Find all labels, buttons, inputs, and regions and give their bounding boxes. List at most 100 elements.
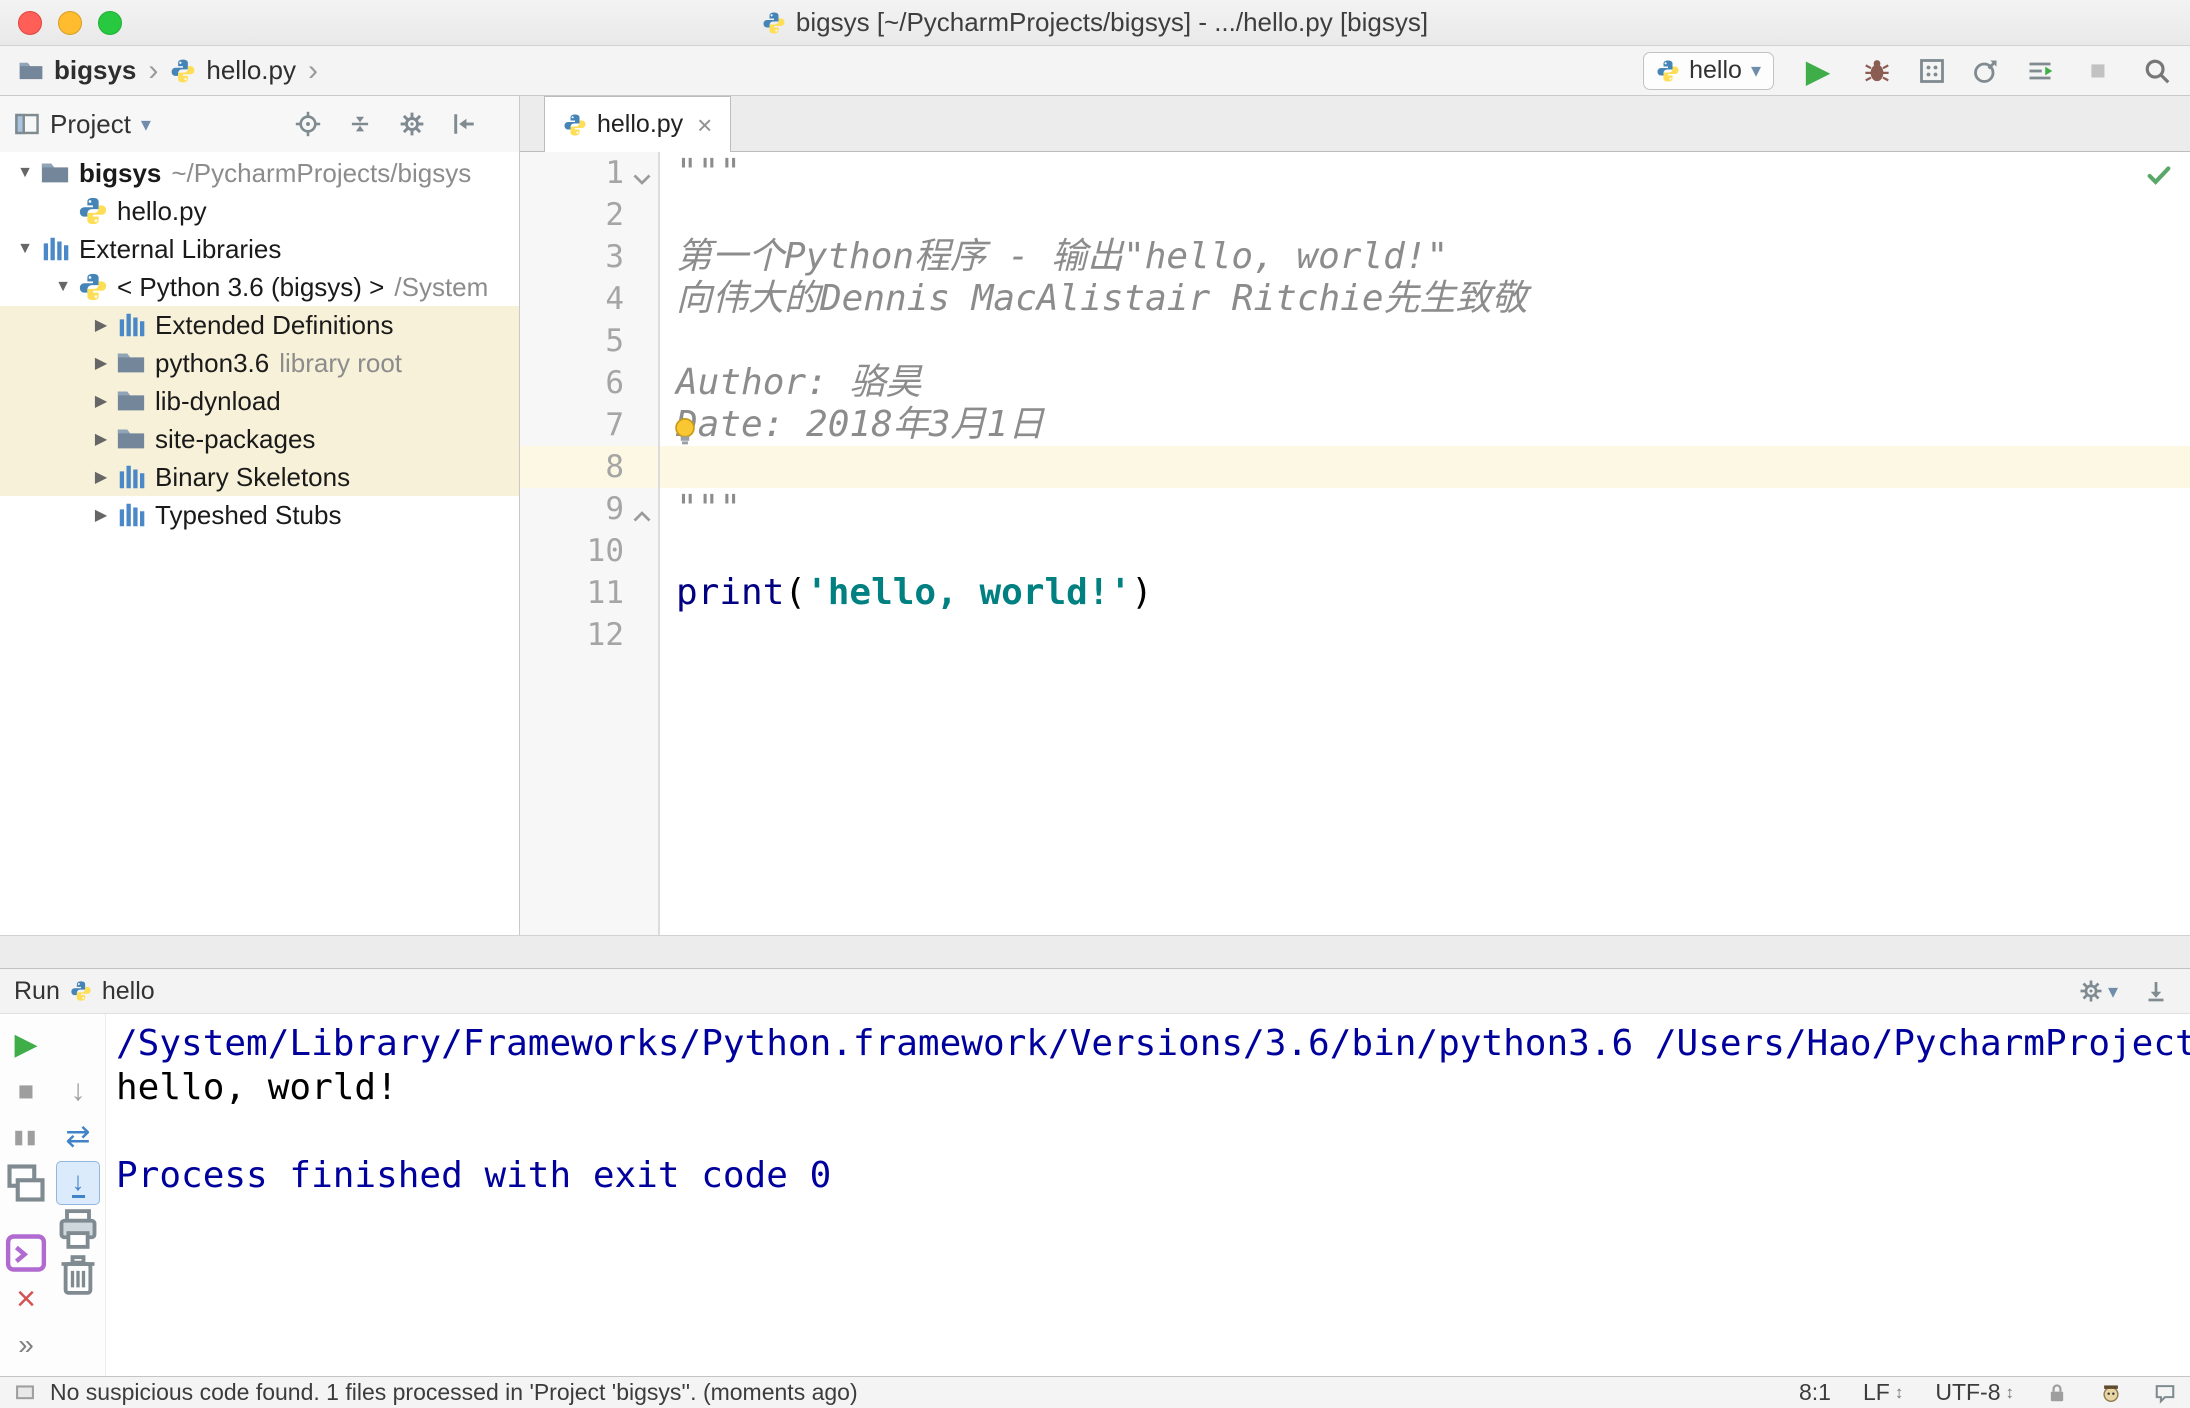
run-button[interactable]: ▶ — [1800, 53, 1836, 89]
line-number[interactable]: 5 — [520, 320, 660, 362]
line-number[interactable]: 9 — [520, 488, 660, 530]
editor-line-2[interactable]: 2 — [520, 194, 2190, 236]
editor-line-6[interactable]: 6 Author: 骆昊 — [520, 362, 2190, 404]
tree-item-python-3-6-bigsys[interactable]: ▼ < Python 3.6 (bigsys) > /System — [0, 268, 519, 306]
settings-gear-icon[interactable] — [2079, 979, 2103, 1003]
code-line[interactable]: Date: 2018年3月1日 — [660, 404, 2190, 446]
caret-position-widget[interactable]: 8:1 — [1799, 1379, 1831, 1406]
editor-line-7[interactable]: 7 Date: 2018年3月1日 — [520, 404, 2190, 446]
chevron-collapsed-icon[interactable]: ▶ — [86, 391, 116, 411]
clear-console-icon[interactable] — [56, 1253, 100, 1297]
stop-button[interactable]: ■ — [2080, 53, 2116, 89]
tree-item-external-libraries[interactable]: ▼ External Libraries — [0, 230, 519, 268]
chevron-collapsed-icon[interactable]: ▶ — [86, 315, 116, 335]
chevron-collapsed-icon[interactable]: ▶ — [86, 353, 116, 373]
editor-line-11[interactable]: 11 print('hello, world!') — [520, 572, 2190, 614]
editor-line-3[interactable]: 3 第一个Python程序 - 输出"hello, world!" — [520, 236, 2190, 278]
readonly-lock-icon[interactable] — [2046, 1382, 2068, 1404]
chevron-collapsed-icon[interactable]: ▶ — [86, 467, 116, 487]
editor-line-8[interactable]: 8 — [520, 446, 2190, 488]
console-output[interactable]: /System/Library/Frameworks/Python.framew… — [106, 1014, 2190, 1376]
chevron-expanded-icon[interactable]: ▼ — [10, 164, 40, 182]
coverage-button[interactable] — [1918, 57, 1946, 85]
intention-bulb-icon[interactable] — [668, 414, 702, 448]
editor-line-4[interactable]: 4 向伟大的Dennis MacAlistair Ritchie先生致敬 — [520, 278, 2190, 320]
collapse-all-icon[interactable] — [347, 111, 373, 137]
hide-tool-window-icon[interactable] — [2144, 979, 2168, 1003]
code-line[interactable]: """ — [660, 152, 2190, 194]
code-line[interactable]: 向伟大的Dennis MacAlistair Ritchie先生致敬 — [660, 278, 2190, 320]
chevron-expanded-icon[interactable]: ▼ — [48, 278, 78, 296]
line-number[interactable]: 11 — [520, 572, 660, 614]
scroll-to-end-icon[interactable]: ↓ — [56, 1161, 100, 1205]
fold-marker-icon[interactable] — [630, 497, 654, 522]
line-number[interactable]: 12 — [520, 614, 660, 656]
project-panel-title[interactable]: Project — [50, 109, 131, 140]
code-line[interactable]: print('hello, world!') — [660, 572, 2190, 614]
fold-marker-icon[interactable] — [630, 161, 654, 185]
run-panel-title[interactable]: Run — [14, 977, 60, 1006]
code-line[interactable] — [660, 614, 2190, 656]
chevron-expanded-icon[interactable]: ▼ — [10, 240, 40, 258]
minimize-window-button[interactable] — [58, 10, 82, 35]
line-number[interactable]: 8 — [520, 446, 660, 488]
code-line[interactable] — [660, 446, 2190, 488]
toggle-toolwindows-icon[interactable] — [14, 1382, 36, 1404]
code-line[interactable] — [660, 194, 2190, 236]
run-configuration-selector[interactable]: hello ▾ — [1643, 51, 1774, 90]
close-tab-icon[interactable]: × — [697, 112, 712, 138]
code-line[interactable] — [660, 530, 2190, 572]
tree-item-site-packages[interactable]: ▶ site-packages — [0, 420, 519, 458]
inspections-ok-check-icon[interactable] — [2144, 160, 2174, 190]
chevron-collapsed-icon[interactable]: ▶ — [86, 505, 116, 525]
debug-button[interactable] — [1862, 56, 1892, 86]
line-number[interactable]: 1 — [520, 152, 660, 194]
line-number[interactable]: 3 — [520, 236, 660, 278]
code-line[interactable]: """ — [660, 488, 2190, 530]
down-stack-trace-icon[interactable]: ↓ — [56, 1069, 100, 1113]
rerun-button[interactable]: ▶ — [4, 1023, 48, 1067]
tree-item-bigsys[interactable]: ▼ bigsys ~/PycharmProjects/bigsys — [0, 154, 519, 192]
line-number[interactable]: 6 — [520, 362, 660, 404]
hector-inspector-icon[interactable] — [2100, 1382, 2122, 1404]
tree-item-binary-skeletons[interactable]: ▶ Binary Skeletons — [0, 458, 519, 496]
close-run-panel-button[interactable]: × — [4, 1277, 48, 1321]
splitter[interactable] — [0, 935, 2190, 968]
pause-output-button[interactable]: ▮▮ — [4, 1115, 48, 1159]
python-console-icon[interactable] — [4, 1231, 48, 1275]
hide-panel-icon[interactable] — [451, 111, 477, 137]
code-line[interactable] — [660, 320, 2190, 362]
code-line[interactable]: Author: 骆昊 — [660, 362, 2190, 404]
editor-empty-area[interactable] — [660, 656, 2190, 935]
chevron-collapsed-icon[interactable]: ▶ — [86, 429, 116, 449]
code-line[interactable]: 第一个Python程序 - 输出"hello, world!" — [660, 236, 2190, 278]
profiler-button[interactable] — [1972, 57, 2000, 85]
chevron-down-icon[interactable]: ▾ — [141, 112, 151, 137]
line-number[interactable]: 4 — [520, 278, 660, 320]
print-icon[interactable] — [56, 1207, 100, 1251]
stop-process-button[interactable]: ■ — [4, 1069, 48, 1113]
tree-item-typeshed-stubs[interactable]: ▶ Typeshed Stubs — [0, 496, 519, 534]
editor-line-5[interactable]: 5 — [520, 320, 2190, 362]
tree-item-extended-definitions[interactable]: ▶ Extended Definitions — [0, 306, 519, 344]
line-number[interactable]: 10 — [520, 530, 660, 572]
tree-item-lib-dynload[interactable]: ▶ lib-dynload — [0, 382, 519, 420]
editor-line-9[interactable]: 9 """ — [520, 488, 2190, 530]
settings-gear-icon[interactable] — [399, 111, 425, 137]
breadcrumb-file[interactable]: hello.py — [206, 55, 296, 86]
tree-item-hello-py[interactable]: hello.py — [0, 192, 519, 230]
soft-wrap-icon[interactable]: ⇄ — [56, 1115, 100, 1159]
editor-content[interactable]: 1 """ 2 3 第一个Python程序 - 输出"hello, world!" 4 向伟… — [520, 152, 2190, 935]
close-window-button[interactable] — [18, 10, 42, 35]
more-actions-icon[interactable]: » — [4, 1323, 48, 1367]
tab-hello-py[interactable]: hello.py × — [544, 96, 732, 152]
locate-file-icon[interactable] — [295, 111, 321, 137]
editor-line-1[interactable]: 1 """ — [520, 152, 2190, 194]
event-log-icon[interactable] — [2154, 1382, 2176, 1404]
line-ending-widget[interactable]: LF ↕ — [1863, 1379, 1903, 1406]
concurrency-diagram-button[interactable] — [2026, 57, 2054, 85]
tree-item-python3-6[interactable]: ▶ python3.6 library root — [0, 344, 519, 382]
zoom-window-button[interactable] — [98, 10, 122, 35]
breadcrumb-project[interactable]: bigsys — [54, 55, 136, 86]
line-number[interactable]: 7 — [520, 404, 660, 446]
